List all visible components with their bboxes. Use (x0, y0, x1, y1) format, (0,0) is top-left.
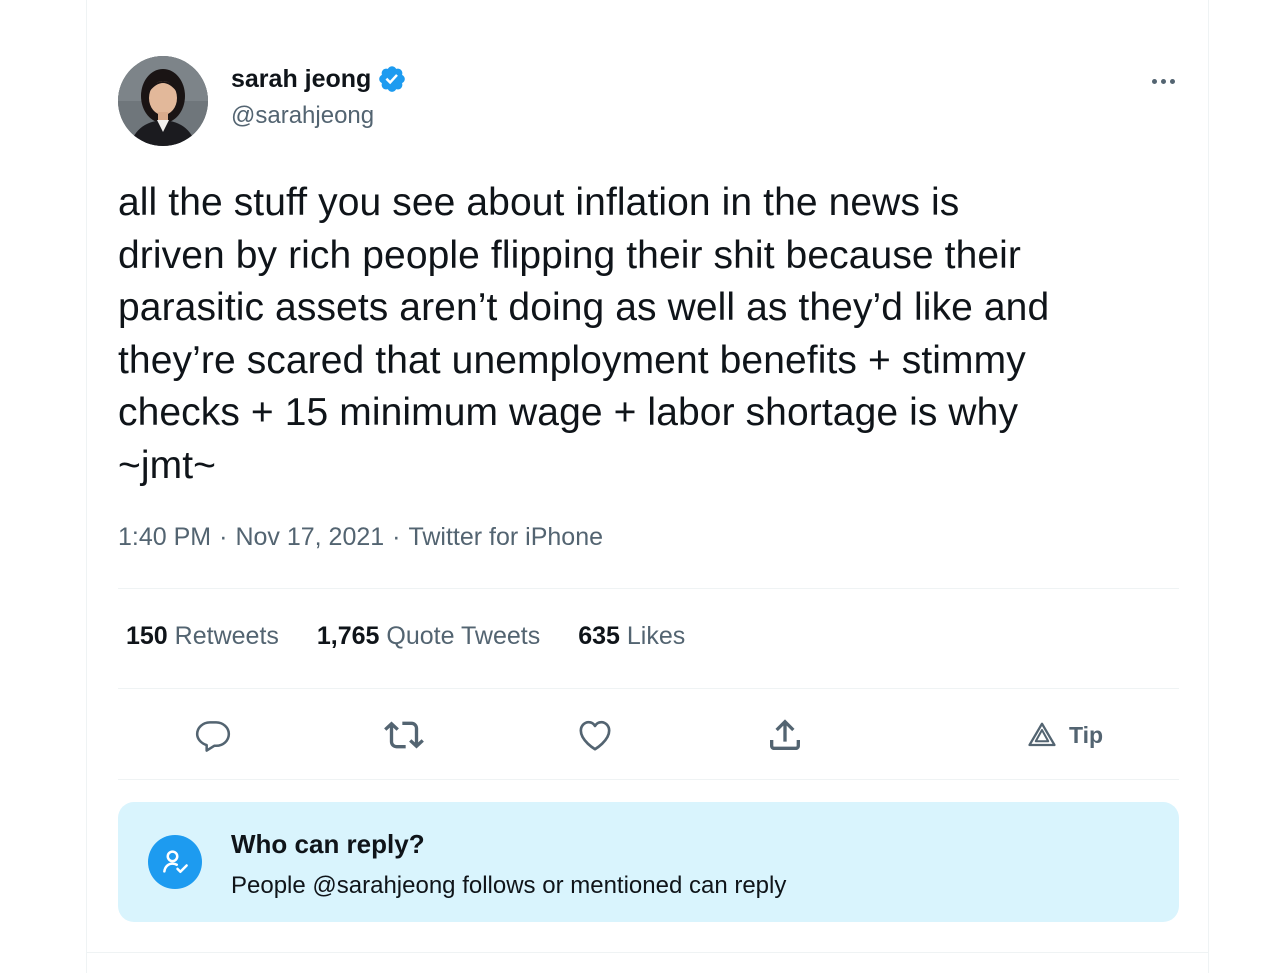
verified-badge-icon (377, 64, 407, 94)
quote-tweets-count: 1,765 (316, 622, 380, 650)
reply-button[interactable] (194, 712, 232, 758)
tip-icon (1028, 722, 1056, 747)
share-button[interactable] (765, 712, 805, 758)
reply-icon (195, 721, 231, 752)
divider (118, 779, 1179, 780)
who-can-reply-title: Who can reply? (231, 829, 425, 859)
more-options-icon[interactable] (1141, 66, 1185, 96)
meta-separator: · (219, 523, 228, 551)
tweet-meta: 1:40 PM · Nov 17, 2021 · Twitter for iPh… (118, 523, 603, 552)
page: sarah jeong @sarahjeong all the stuff yo… (0, 0, 1275, 973)
likes-stat[interactable]: 635 Likes (578, 622, 685, 651)
who-can-reply-description: People @sarahjeong follows or mentioned … (231, 872, 787, 899)
who-can-reply-box: Who can reply? People @sarahjeong follow… (118, 802, 1179, 922)
tweet-date[interactable]: Nov 17, 2021 (235, 523, 384, 552)
heart-icon (579, 720, 611, 751)
author-handle[interactable]: @sarahjeong (231, 102, 374, 130)
tip-label: Tip (1069, 721, 1104, 748)
share-icon (770, 719, 800, 750)
tweet-source[interactable]: Twitter for iPhone (408, 523, 603, 552)
quote-tweets-stat[interactable]: 1,765 Quote Tweets (317, 622, 540, 651)
author-name-text: sarah jeong (231, 64, 372, 93)
retweets-stat[interactable]: 150 Retweets (126, 622, 279, 651)
retweet-icon (384, 721, 424, 749)
tweet-time[interactable]: 1:40 PM (118, 523, 211, 552)
retweet-button[interactable] (384, 712, 424, 758)
reply-permission-icon (148, 835, 202, 889)
retweets-label: Retweets (174, 622, 279, 650)
tweet-text: all the stuff you see about inflation in… (118, 181, 1050, 487)
avatar[interactable] (118, 56, 208, 146)
avatar-image (118, 56, 208, 146)
author-name[interactable]: sarah jeong (231, 64, 407, 94)
divider (118, 588, 1179, 589)
divider (118, 688, 1179, 689)
retweets-count: 150 (126, 622, 168, 650)
divider (87, 952, 1208, 953)
likes-count: 635 (578, 622, 620, 650)
likes-label: Likes (626, 622, 686, 650)
meta-separator: · (392, 523, 401, 551)
quote-tweets-label: Quote Tweets (386, 622, 541, 650)
tweet-stats: 150 Retweets 1,765 Quote Tweets 635 Like… (126, 622, 685, 651)
tip-button[interactable]: Tip (1027, 712, 1103, 758)
like-button[interactable] (575, 712, 615, 758)
tweet-card: sarah jeong @sarahjeong all the stuff yo… (86, 0, 1209, 973)
